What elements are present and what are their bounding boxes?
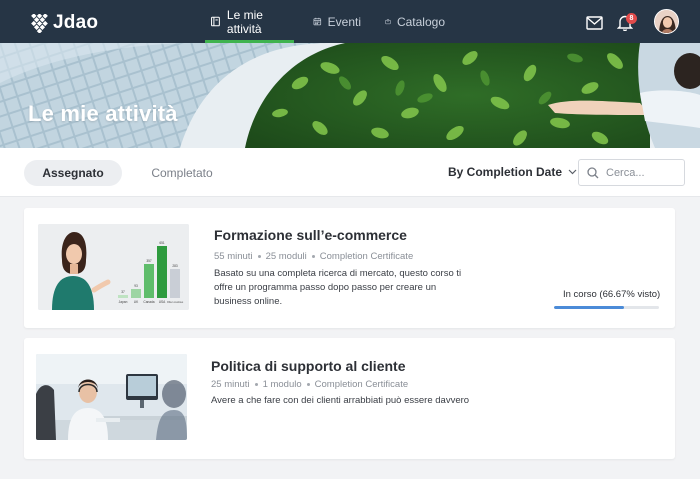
brand-name: Jdao	[53, 12, 99, 33]
course-card[interactable]: Politica di supporto al cliente 25 minut…	[24, 338, 675, 459]
course-description: Avere a che fare con dei clienti arrabbi…	[211, 395, 470, 406]
course-duration: 55 minuti	[214, 251, 253, 262]
course-certificate: Completion Certificate	[314, 379, 409, 390]
search-icon	[587, 166, 599, 178]
nav-tab-label: Le mie attività	[226, 7, 263, 36]
search-input[interactable]	[606, 166, 676, 179]
course-thumbnail	[36, 354, 187, 440]
chart-category-label: Japan	[119, 300, 128, 304]
calendar-icon	[313, 17, 322, 26]
tab-completed[interactable]: Completato	[140, 160, 224, 186]
ecommerce-thumbnail-image: 37 93 357 651 283 Japan UK Canada USA Ot…	[38, 224, 189, 310]
nav-tab-label: Eventi	[327, 14, 361, 29]
support-thumbnail-image	[36, 354, 187, 440]
nav-tab-catalog[interactable]: Catalogo	[380, 0, 450, 43]
user-avatar[interactable]	[654, 9, 679, 34]
page-title: Le mie attività	[28, 101, 178, 126]
course-card[interactable]: 37 93 357 651 283 Japan UK Canada USA Ot…	[24, 208, 675, 328]
brand-logo[interactable]: Jdao	[30, 12, 98, 34]
search-box[interactable]	[578, 159, 685, 186]
course-description: Basato su una completa ricerca di mercat…	[214, 268, 462, 307]
nav-tab-events[interactable]: Eventi	[308, 0, 366, 43]
course-meta: 25 minuti 1 modulo Completion Certificat…	[211, 379, 408, 390]
top-navigation-bar: Jdao Le mie attività Eventi Catalogo 8	[0, 0, 700, 43]
main-nav: Le mie attività Eventi Catalogo	[205, 0, 464, 43]
hero-image	[0, 43, 700, 148]
course-thumbnail: 37 93 357 651 283 Japan UK Canada USA Ot…	[38, 224, 189, 310]
avatar-image	[655, 10, 678, 33]
notification-badge: 8	[626, 13, 637, 24]
sort-label: By Completion Date	[448, 165, 563, 179]
course-title[interactable]: Formazione sull’e-commerce	[214, 227, 407, 243]
progress-bar	[554, 306, 659, 309]
nav-tab-my-activities[interactable]: Le mie attività	[205, 0, 294, 43]
course-modules: 25 moduli	[265, 251, 307, 262]
sort-dropdown[interactable]: By Completion Date	[448, 165, 577, 179]
separator-dot	[257, 255, 261, 258]
logo-icon	[31, 13, 48, 33]
chart-value-label: 357	[146, 259, 152, 263]
chart-value-label: 37	[121, 290, 125, 294]
separator-dot	[254, 383, 258, 386]
course-modules: 1 modulo	[262, 379, 302, 390]
tab-assigned[interactable]: Assegnato	[24, 160, 122, 186]
hero-banner: Le mie attività	[0, 43, 700, 148]
separator-dot	[311, 255, 315, 258]
course-status: In corso (66.67% visto)	[563, 289, 661, 300]
progress-bar-fill	[554, 306, 624, 309]
chart-value-label: 283	[172, 264, 178, 268]
catalog-icon	[385, 19, 391, 25]
filter-bar: Assegnato Completato By Completion Date	[0, 148, 700, 197]
course-certificate: Completion Certificate	[319, 251, 414, 262]
chart-category-label: USA	[159, 300, 166, 304]
course-meta: 55 minuti 25 moduli Completion Certifica…	[214, 251, 413, 262]
course-duration: 25 minuti	[211, 379, 250, 390]
chevron-down-icon	[568, 169, 577, 175]
chart-category-label: Other countries	[167, 301, 184, 304]
nav-tab-label: Catalogo	[396, 14, 445, 29]
book-icon	[211, 16, 220, 27]
chart-value-label: 651	[159, 241, 165, 245]
separator-dot	[306, 383, 310, 386]
mail-icon[interactable]	[586, 16, 603, 30]
chart-value-label: 93	[134, 284, 138, 288]
course-title[interactable]: Politica di supporto al cliente	[211, 358, 405, 374]
chart-category-label: Canada	[143, 300, 154, 304]
